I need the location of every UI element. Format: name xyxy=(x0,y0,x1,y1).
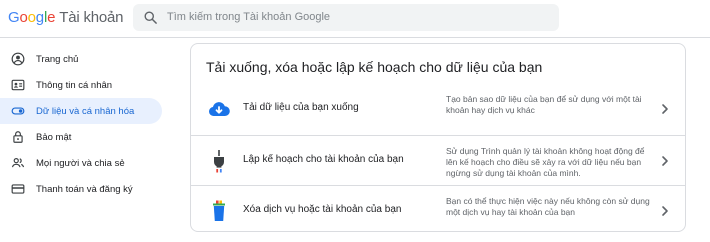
plug-icon xyxy=(214,150,224,173)
google-account-logo[interactable]: Google Tài khoản xyxy=(8,9,124,26)
row-description: Sử dụng Trình quản lý tài khoản không ho… xyxy=(446,146,645,178)
row-label: Tải dữ liệu của bạn xuống xyxy=(243,102,359,113)
row-description: Tạo bản sao dữ liệu của bạn để sử dụng v… xyxy=(446,94,642,115)
sidebar-item-security[interactable]: Bảo mật xyxy=(0,124,162,150)
toggle-icon xyxy=(11,104,25,118)
logo-letter: o xyxy=(27,9,36,26)
logo-letter: G xyxy=(8,9,20,26)
sidebar-item-personal-info[interactable]: Thông tin cá nhân xyxy=(0,72,162,98)
chevron-right-icon xyxy=(662,156,668,166)
card-title: Tải xuống, xóa hoặc lập kế hoạch cho dữ … xyxy=(206,59,543,75)
search-icon xyxy=(144,11,157,24)
search-placeholder: Tìm kiếm trong Tài khoản Google xyxy=(167,11,331,23)
product-name: Tài khoản xyxy=(59,9,124,26)
row-label: Xóa dịch vụ hoặc tài khoản của bạn xyxy=(243,204,402,215)
people-icon xyxy=(11,156,25,170)
credit-card-icon xyxy=(11,182,25,196)
download-data-row[interactable]: Tải dữ liệu của bạn xuống Tạo bản sao dữ… xyxy=(191,84,685,134)
lock-icon xyxy=(11,130,25,144)
sidebar-item-label: Thông tin cá nhân xyxy=(36,79,113,91)
logo-letter: g xyxy=(35,9,44,26)
sidebar-item-label: Thanh toán và đăng ký xyxy=(36,183,133,195)
plan-account-row[interactable]: Lập kế hoạch cho tài khoản của bạn Sử dụ… xyxy=(191,135,685,185)
trash-can-icon xyxy=(213,200,225,221)
chevron-right-icon xyxy=(662,206,668,216)
sidebar-item-label: Mọi người và chia sẻ xyxy=(36,157,125,169)
sidebar-item-label: Dữ liệu và cá nhân hóa xyxy=(36,105,135,117)
row-description: Bạn có thể thực hiện việc này nếu không … xyxy=(446,196,650,217)
sidebar-item-home[interactable]: Trang chủ xyxy=(0,46,162,72)
delete-service-row[interactable]: Xóa dịch vụ hoặc tài khoản của bạn Bạn c… xyxy=(191,185,685,232)
row-label: Lập kế hoạch cho tài khoản của bạn xyxy=(243,154,404,165)
cloud-download-icon xyxy=(208,102,230,116)
logo-letter: e xyxy=(47,9,56,26)
download-delete-plan-card: Tải xuống, xóa hoặc lập kế hoạch cho dữ … xyxy=(190,43,686,232)
search-input[interactable]: Tìm kiếm trong Tài khoản Google xyxy=(133,4,559,31)
sidebar-item-people-sharing[interactable]: Mọi người và chia sẻ xyxy=(0,150,162,176)
sidebar-nav: Trang chủ Thông tin cá nhân Dữ liệu và c… xyxy=(0,46,162,202)
sidebar-item-label: Trang chủ xyxy=(36,53,79,65)
logo-letter: o xyxy=(19,9,28,26)
sidebar-item-payments[interactable]: Thanh toán và đăng ký xyxy=(0,176,162,202)
home-icon xyxy=(11,52,25,66)
chevron-right-icon xyxy=(662,104,668,114)
id-card-icon xyxy=(11,78,25,92)
sidebar-item-label: Bảo mật xyxy=(36,131,72,143)
sidebar-item-data-privacy[interactable]: Dữ liệu và cá nhân hóa xyxy=(0,98,162,124)
top-bar: Google Tài khoản Tìm kiếm trong Tài khoản… xyxy=(0,0,710,38)
